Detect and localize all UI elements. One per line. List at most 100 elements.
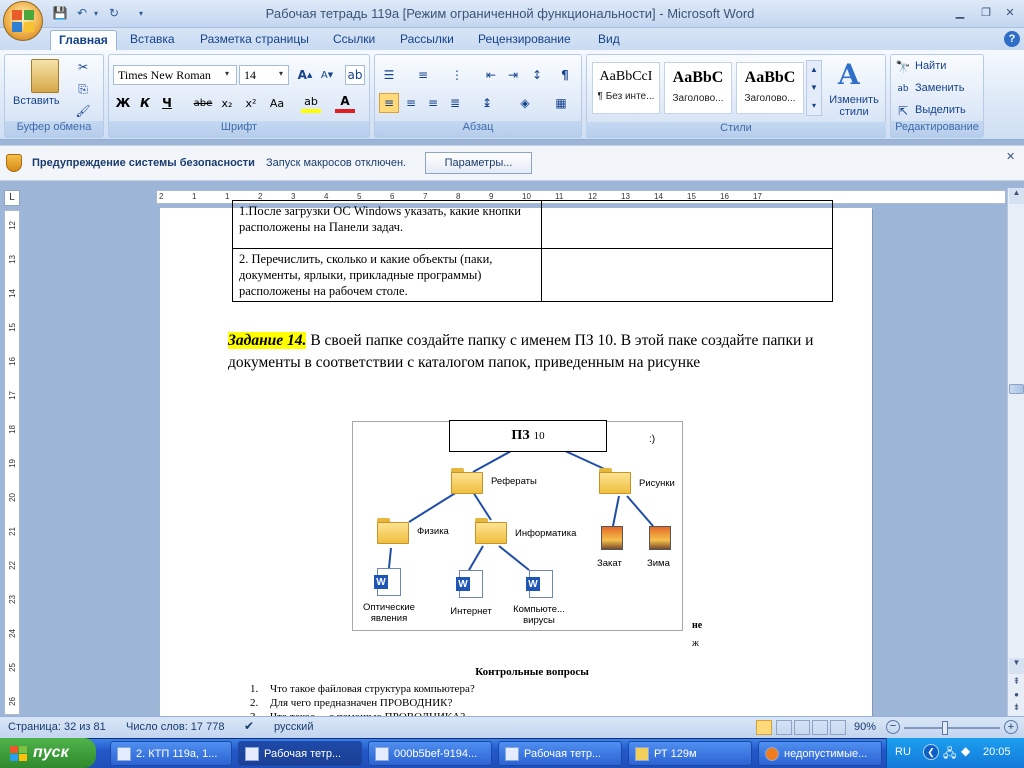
word-counter[interactable]: Число слов: 17 778 bbox=[126, 721, 224, 733]
align-center-icon[interactable]: ≡ bbox=[401, 93, 421, 113]
bold-icon[interactable]: Ж bbox=[113, 93, 133, 113]
tab-references[interactable]: Ссылки bbox=[325, 30, 383, 50]
tab-view[interactable]: Вид bbox=[590, 30, 628, 50]
replace-label[interactable]: Заменить bbox=[915, 82, 964, 94]
language-indicator[interactable]: русский bbox=[274, 721, 313, 733]
align-right-icon[interactable]: ≡ bbox=[423, 93, 443, 113]
full-screen-reading-icon[interactable] bbox=[776, 720, 792, 735]
change-styles-label[interactable]: Изменить стили bbox=[826, 94, 882, 118]
root-folder-box[interactable]: ПЗ 10 bbox=[449, 420, 607, 452]
font-color-icon[interactable]: A bbox=[335, 93, 355, 113]
scroll-thumb[interactable] bbox=[1009, 384, 1024, 394]
bullets-icon[interactable]: ☰ bbox=[379, 65, 399, 85]
select-icon[interactable]: ⇱ bbox=[893, 101, 913, 121]
strikethrough-icon[interactable]: abe bbox=[193, 93, 213, 113]
vertical-ruler[interactable]: 12 13 14 15 16 17 18 19 20 21 22 23 24 25 26 bbox=[4, 210, 20, 715]
undo-icon[interactable]: ↶ bbox=[74, 5, 90, 21]
proofing-icon[interactable]: ✔ bbox=[244, 719, 254, 733]
select-label[interactable]: Выделить bbox=[915, 104, 966, 116]
options-button[interactable]: Параметры... bbox=[425, 152, 532, 174]
restore-button[interactable]: ❐ bbox=[974, 3, 998, 21]
taskbar-item[interactable]: 2. КТП 119а, 1... bbox=[110, 741, 232, 766]
network-icon[interactable]: 🖧 bbox=[943, 744, 956, 765]
multilevel-list-icon[interactable]: ⋮ bbox=[447, 65, 467, 85]
change-styles-icon[interactable]: A bbox=[838, 58, 860, 91]
zoom-level[interactable]: 90% bbox=[854, 721, 876, 733]
replace-icon[interactable]: ab bbox=[893, 79, 913, 99]
folder-tree-diagram[interactable]: ПЗ 10 :) Рефераты Рисунки Физика Информа… bbox=[352, 420, 683, 631]
document-page[interactable]: 1.После загрузки ОС Windows указать, как… bbox=[160, 200, 872, 723]
minimize-button[interactable]: ▁ bbox=[948, 3, 972, 21]
align-left-icon[interactable]: ≡ bbox=[379, 93, 399, 113]
line-spacing-icon[interactable]: ↨ bbox=[477, 93, 497, 113]
grow-font-icon[interactable]: A ▲ bbox=[295, 65, 315, 85]
page-counter[interactable]: Страница: 32 из 81 bbox=[8, 721, 106, 733]
shrink-font-icon[interactable]: A ▼ bbox=[317, 65, 337, 85]
save-icon[interactable]: 💾 bbox=[52, 5, 68, 21]
tab-selector-icon[interactable]: L bbox=[4, 190, 20, 206]
table-cell[interactable] bbox=[541, 248, 833, 302]
tab-mailings[interactable]: Рассылки bbox=[392, 30, 462, 50]
tab-insert[interactable]: Вставка bbox=[122, 30, 183, 50]
close-button[interactable]: ✕ bbox=[998, 3, 1022, 21]
vertical-scrollbar[interactable]: ▲ ▼ ⇞ ● ⇟ bbox=[1007, 188, 1024, 716]
task-paragraph[interactable]: Задание 14. В своей папке создайте папку… bbox=[228, 330, 818, 374]
paste-label[interactable]: Вставить bbox=[13, 95, 60, 107]
zoom-in-icon[interactable]: + bbox=[1004, 720, 1018, 734]
cut-icon[interactable]: ✂ bbox=[73, 57, 93, 77]
superscript-icon[interactable]: x² bbox=[241, 93, 261, 113]
taskbar-item[interactable]: 000b5bef-9194... bbox=[368, 741, 492, 766]
undo-dropdown-icon[interactable]: ▾ bbox=[92, 5, 100, 21]
web-layout-icon[interactable] bbox=[794, 720, 810, 735]
decrease-indent-icon[interactable]: ⇤ bbox=[481, 65, 501, 85]
tray-app-icon[interactable]: ◆ bbox=[961, 744, 970, 758]
font-name-box[interactable]: Times New Roman bbox=[113, 65, 237, 85]
find-label[interactable]: Найти bbox=[915, 60, 946, 72]
styles-scroll[interactable]: ▲ ▼ ▾ bbox=[806, 60, 822, 116]
draft-icon[interactable] bbox=[830, 720, 846, 735]
redo-icon[interactable]: ↻ bbox=[106, 5, 122, 21]
next-page-icon[interactable]: ⇟ bbox=[1009, 702, 1024, 716]
tray-expand-icon[interactable]: ❮ bbox=[923, 744, 939, 760]
table-cell[interactable]: 2. Перечислить, сколько и какие объекты … bbox=[232, 248, 542, 302]
taskbar-item[interactable]: Рабочая тетр... bbox=[238, 741, 362, 766]
increase-indent-icon[interactable]: ⇥ bbox=[503, 65, 523, 85]
style-normal[interactable]: AaBbCcI ¶ Без инте... bbox=[592, 62, 660, 114]
style-heading-1[interactable]: AaBbC Заголово... bbox=[664, 62, 732, 114]
font-size-dropdown-icon[interactable]: ▾ bbox=[279, 69, 283, 78]
justify-icon[interactable]: ≣ bbox=[445, 93, 465, 113]
font-name-dropdown-icon[interactable]: ▾ bbox=[225, 69, 229, 78]
tab-home[interactable]: Главная bbox=[50, 30, 117, 50]
italic-icon[interactable]: К bbox=[135, 93, 155, 113]
underline-icon[interactable]: Ч bbox=[157, 93, 177, 113]
zoom-slider-track[interactable] bbox=[904, 727, 1000, 729]
borders-icon[interactable]: ▦ bbox=[551, 93, 571, 113]
find-icon[interactable]: 🔭 bbox=[893, 57, 913, 77]
subscript-icon[interactable]: x₂ bbox=[217, 93, 237, 113]
taskbar-item[interactable]: недопустимые... bbox=[758, 741, 882, 766]
qat-customize-icon[interactable]: ▾ bbox=[136, 5, 146, 21]
clock[interactable]: 20:05 bbox=[983, 746, 1011, 758]
language-indicator[interactable]: RU bbox=[895, 746, 911, 758]
office-button[interactable] bbox=[3, 1, 43, 41]
style-heading-2[interactable]: AaBbC Заголово... bbox=[736, 62, 804, 114]
select-browse-object-icon[interactable]: ● bbox=[1009, 690, 1024, 702]
shading-icon[interactable]: ◈ bbox=[515, 93, 535, 113]
help-icon[interactable]: ? bbox=[1004, 31, 1020, 47]
sort-icon[interactable]: ↕ bbox=[527, 65, 547, 85]
zoom-out-icon[interactable]: − bbox=[886, 720, 900, 734]
tab-review[interactable]: Рецензирование bbox=[470, 30, 579, 50]
tab-page-layout[interactable]: Разметка страницы bbox=[192, 30, 317, 50]
clear-format-icon[interactable]: ab bbox=[345, 65, 365, 85]
taskbar-item[interactable]: РТ 129м bbox=[628, 741, 752, 766]
outline-icon[interactable] bbox=[812, 720, 828, 735]
show-formatting-icon[interactable]: ¶ bbox=[555, 65, 575, 85]
scroll-down-icon[interactable]: ▼ bbox=[1009, 658, 1024, 674]
taskbar-item[interactable]: Рабочая тетр... bbox=[498, 741, 622, 766]
numbering-icon[interactable]: ≡ bbox=[413, 65, 433, 85]
format-painter-icon[interactable]: 🖌 bbox=[73, 101, 93, 121]
paste-icon[interactable] bbox=[31, 59, 59, 93]
prev-page-icon[interactable]: ⇞ bbox=[1009, 676, 1024, 690]
copy-icon[interactable]: ⎘ bbox=[73, 79, 93, 99]
print-layout-icon[interactable] bbox=[756, 720, 772, 735]
